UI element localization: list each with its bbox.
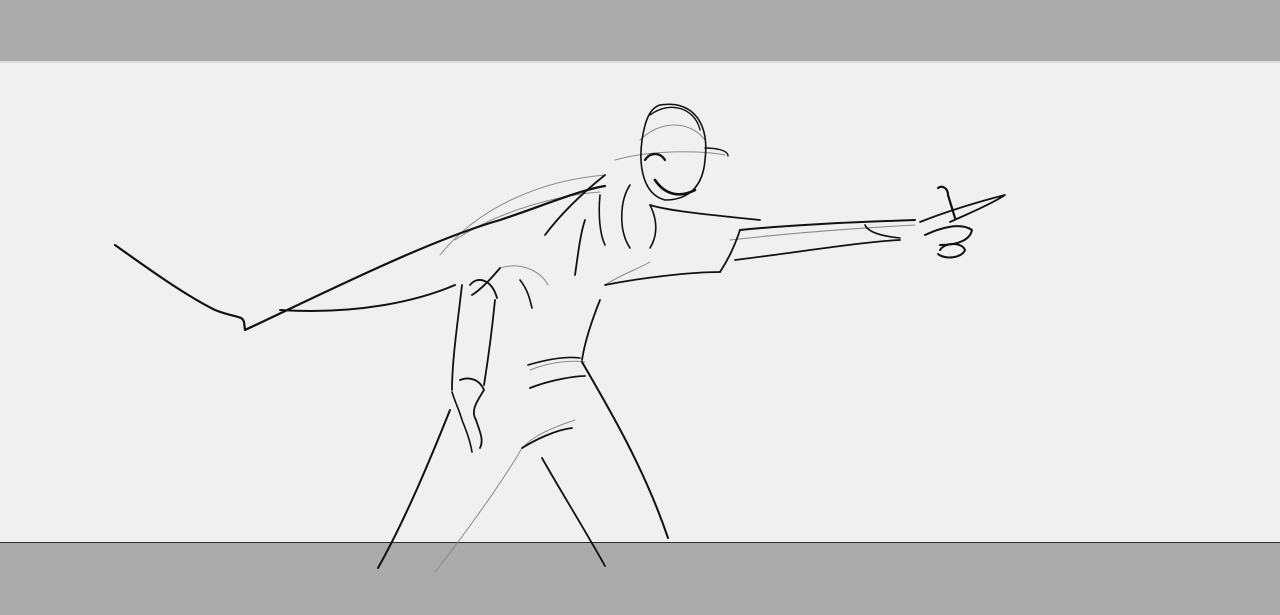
head-guide-line-2 bbox=[639, 124, 706, 141]
construction-lines bbox=[434, 124, 916, 573]
shirt-fold bbox=[519, 279, 533, 309]
left-leg-outer bbox=[377, 409, 451, 569]
storyboard-canvas bbox=[0, 0, 1280, 615]
left-hand bbox=[459, 377, 485, 449]
arm-top-line bbox=[739, 219, 916, 231]
head-guide-line bbox=[614, 151, 726, 161]
right-leg-outer bbox=[581, 361, 669, 539]
arm-bottom-line bbox=[734, 239, 901, 261]
cape-lower-edge bbox=[279, 284, 456, 312]
sleeve-line bbox=[719, 229, 741, 273]
shirt-neck bbox=[649, 204, 657, 249]
belt-line bbox=[529, 375, 586, 389]
left-fingers bbox=[451, 391, 473, 453]
left-upper-arm bbox=[451, 284, 463, 391]
hair-line bbox=[649, 106, 701, 131]
knuckle-curl bbox=[937, 243, 966, 259]
arm-guide-line bbox=[729, 224, 916, 241]
main-strokes bbox=[113, 103, 1006, 569]
fist-line bbox=[924, 225, 973, 246]
chest-line bbox=[604, 271, 721, 286]
leg-guide-line-2 bbox=[517, 419, 576, 456]
figure-sketch-icon bbox=[113, 103, 1006, 573]
leg-guide-line bbox=[434, 454, 519, 573]
eye-line bbox=[643, 152, 667, 162]
smile-line bbox=[653, 178, 697, 196]
torso-guide-line bbox=[499, 265, 549, 286]
neck-line bbox=[620, 184, 631, 249]
torso-side-line bbox=[574, 219, 586, 276]
shoulder-line bbox=[649, 204, 761, 221]
left-shoulder-curve bbox=[469, 279, 498, 299]
torso-right-line bbox=[581, 299, 601, 361]
pointing-finger bbox=[919, 194, 1006, 223]
right-leg-inner bbox=[541, 457, 606, 567]
collar-line bbox=[598, 194, 606, 246]
left-forearm bbox=[483, 299, 496, 386]
